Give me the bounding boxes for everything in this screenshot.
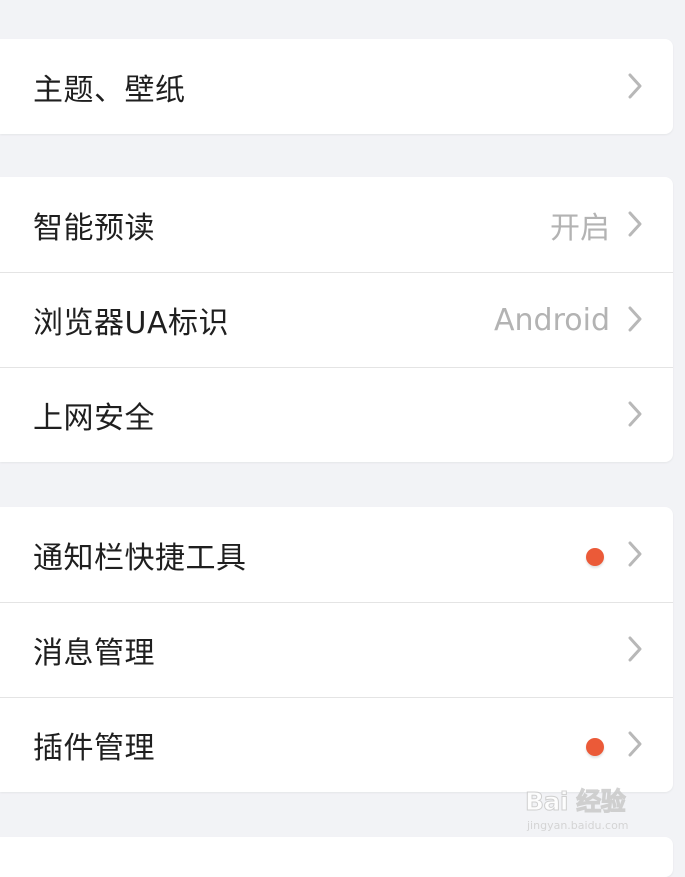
chevron-right-icon: [628, 541, 642, 566]
settings-group-appearance: 主题、壁纸: [0, 39, 673, 134]
row-label: 上网安全: [33, 401, 155, 436]
chevron-right-icon: [628, 731, 642, 757]
red-dot-badge: [586, 547, 604, 566]
baidu-jingyan-watermark: Bai 经验 jingyan.baidu.com: [524, 782, 649, 844]
settings-row-smart-preread[interactable]: 智能预读 开启: [0, 177, 673, 272]
row-value: 开启: [550, 210, 610, 246]
row-label: 浏览器UA标识: [33, 306, 229, 341]
settings-group-browsing: 智能预读 开启 浏览器UA标识 Android 上网安全: [0, 177, 673, 462]
chevron-right-icon: [628, 211, 642, 236]
settings-row-plugin-management[interactable]: 插件管理: [0, 697, 673, 792]
watermark-logo: Bai 经验: [524, 787, 626, 817]
chevron-right-icon: [628, 73, 642, 98]
settings-row-web-security[interactable]: 上网安全: [0, 367, 673, 462]
settings-row-message-management[interactable]: 消息管理: [0, 602, 673, 697]
settings-group-tools: 通知栏快捷工具 消息管理 插件管理: [0, 507, 673, 792]
row-label: 通知栏快捷工具: [33, 540, 247, 576]
chevron-right-icon: [628, 636, 642, 662]
row-label: 智能预读: [33, 210, 155, 246]
chevron-right-icon: [628, 401, 642, 427]
chevron-right-icon: [628, 306, 642, 332]
red-dot-badge: [586, 738, 604, 756]
settings-row-theme-wallpaper[interactable]: 主题、壁纸: [0, 39, 673, 134]
row-label: 主题、壁纸: [33, 72, 186, 108]
settings-row-browser-ua[interactable]: 浏览器UA标识 Android: [0, 272, 673, 367]
row-label: 消息管理: [33, 636, 155, 671]
row-value: Android: [494, 302, 610, 338]
settings-row-notification-shortcuts[interactable]: 通知栏快捷工具: [0, 507, 673, 602]
watermark-url: jingyan.baidu.com: [527, 819, 629, 832]
row-label: 插件管理: [33, 731, 155, 766]
